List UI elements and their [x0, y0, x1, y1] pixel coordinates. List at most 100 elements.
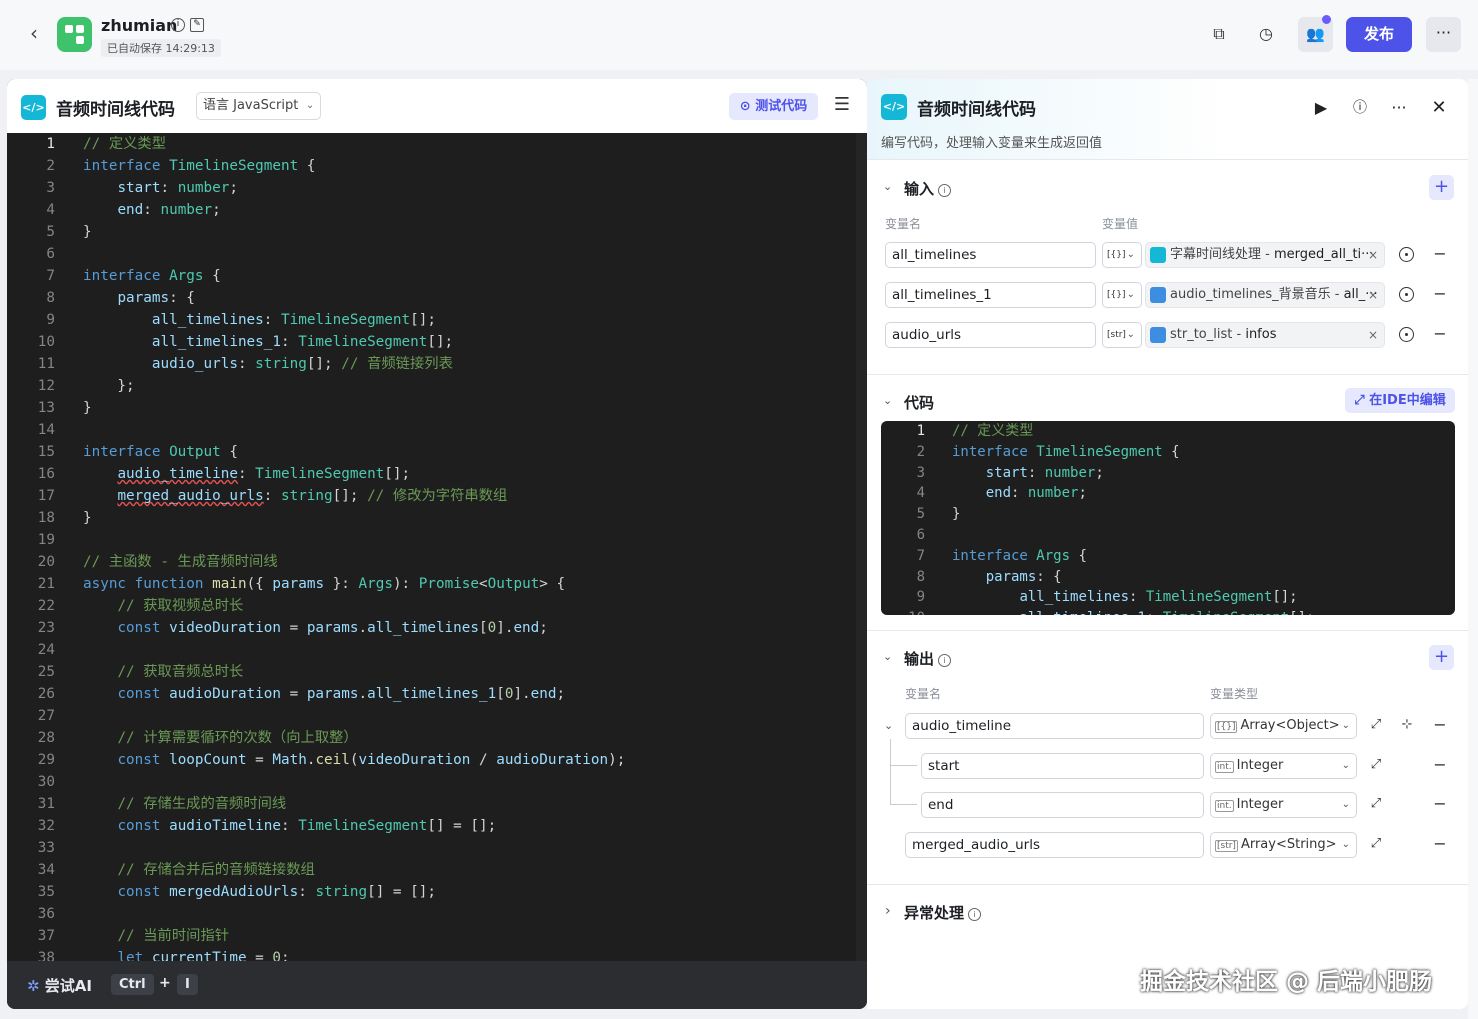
expand-icon[interactable]: ⤢	[1368, 757, 1384, 773]
output-type-select[interactable]: int. Integer ⌄	[1210, 792, 1357, 818]
language-select[interactable]: 语言 JavaScript ⌄	[196, 92, 322, 120]
input-var-name-field[interactable]: all_timelines	[885, 242, 1096, 268]
code-line[interactable]: 1 // 定义类型	[881, 421, 1455, 442]
expand-tree-chevron-icon[interactable]: ⌄	[884, 719, 893, 732]
remove-output-button[interactable]: −	[1433, 796, 1447, 812]
code-line[interactable]: 14	[7, 419, 867, 441]
editor-scrollbar[interactable]	[856, 133, 867, 961]
collapse-chevron-icon[interactable]: ⌄	[883, 650, 892, 663]
code-line[interactable]: 10 all_timelines_1: TimelineSegment[];	[7, 331, 867, 353]
code-line[interactable]: 5}	[881, 504, 1455, 525]
variable-picker-icon[interactable]	[1399, 247, 1414, 262]
input-var-name-field[interactable]: all_timelines_1	[885, 282, 1096, 308]
code-line[interactable]: 8 params: {	[881, 567, 1455, 588]
clear-icon[interactable]: ×	[1368, 243, 1378, 267]
code-line[interactable]: 18}	[7, 507, 867, 529]
collaborators-button[interactable]: 👥	[1298, 15, 1333, 52]
edit-icon[interactable]: ✎	[190, 18, 204, 32]
input-type-select[interactable]: [{}] ⌄	[1102, 242, 1142, 268]
clear-icon[interactable]: ×	[1368, 283, 1378, 307]
add-child-icon[interactable]: ⊹	[1399, 717, 1415, 733]
code-line[interactable]: 30	[7, 771, 867, 793]
input-type-select[interactable]: [str] ⌄	[1102, 322, 1142, 348]
output-type-select[interactable]: [str] Array<String> ⌄	[1210, 831, 1357, 858]
outline-menu-icon[interactable]: ☰	[829, 93, 855, 119]
code-line[interactable]: 35 const mergedAudioUrls: string[] = [];	[7, 881, 867, 903]
code-line[interactable]: 11 audio_urls: string[]; // 音频链接列表	[7, 353, 867, 375]
code-line[interactable]: 4 end: number;	[7, 199, 867, 221]
more-icon[interactable]: ···	[1386, 95, 1412, 121]
copy-icon[interactable]: ⧉	[1205, 20, 1233, 48]
code-line[interactable]: 24	[7, 639, 867, 661]
code-line[interactable]: 16 audio_timeline: TimelineSegment[];	[7, 463, 867, 485]
output-var-name-field[interactable]: audio_timeline	[905, 713, 1204, 739]
code-line[interactable]: 12 };	[7, 375, 867, 397]
code-line[interactable]: 13}	[7, 397, 867, 419]
add-input-button[interactable]: +	[1429, 175, 1454, 200]
code-line[interactable]: 15 interface Output {	[7, 441, 867, 463]
code-line[interactable]: 9 all_timelines: TimelineSegment[];	[7, 309, 867, 331]
code-line[interactable]: 27	[7, 705, 867, 727]
code-line[interactable]: 17 merged_audio_urls: string[]; // 修改为字符…	[7, 485, 867, 507]
code-line[interactable]: 31 // 存储生成的音频时间线	[7, 793, 867, 815]
remove-input-button[interactable]: −	[1433, 286, 1447, 302]
variable-picker-icon[interactable]	[1399, 327, 1414, 342]
close-icon[interactable]: ✕	[1426, 95, 1452, 121]
output-var-name-field[interactable]: merged_audio_urls	[905, 831, 1204, 858]
edit-in-ide-button[interactable]: ⤢ 在IDE中编辑	[1345, 388, 1455, 413]
info-icon[interactable]: i	[171, 18, 185, 32]
variable-picker-icon[interactable]	[1399, 287, 1414, 302]
code-line[interactable]: 23 const videoDuration = params.all_time…	[7, 617, 867, 639]
publish-button[interactable]: 发布	[1346, 17, 1412, 52]
remove-input-button[interactable]: −	[1433, 246, 1447, 262]
input-type-select[interactable]: [{}] ⌄	[1102, 282, 1142, 308]
code-line[interactable]: 2 interface TimelineSegment {	[7, 155, 867, 177]
remove-output-button[interactable]: −	[1433, 717, 1447, 733]
remove-input-button[interactable]: −	[1433, 326, 1447, 342]
input-var-value-ref[interactable]: audio_timelines_背景音乐 - all_··· ×	[1145, 282, 1385, 308]
code-line[interactable]: 4 end: number;	[881, 483, 1455, 504]
output-var-name-field[interactable]: start	[921, 752, 1204, 779]
code-line[interactable]: 3 start: number;	[881, 463, 1455, 484]
code-line[interactable]: 1 // 定义类型	[7, 133, 867, 155]
code-line[interactable]: 10 all_timelines_1: TimelineSegment[];	[881, 608, 1455, 615]
code-line[interactable]: 20 // 主函数 - 生成音频时间线	[7, 551, 867, 573]
code-line[interactable]: 3 start: number;	[7, 177, 867, 199]
test-code-button[interactable]: ⊙ 测试代码	[729, 93, 818, 120]
code-line[interactable]: 32 const audioTimeline: TimelineSegment[…	[7, 815, 867, 837]
code-line[interactable]: 7 interface Args {	[7, 265, 867, 287]
back-arrow-icon[interactable]: ‹	[22, 22, 46, 46]
output-type-select[interactable]: int. Integer ⌄	[1210, 752, 1357, 779]
code-line[interactable]: 37 // 当前时间指针	[7, 925, 867, 947]
code-line[interactable]: 34 // 存储合并后的音频链接数组	[7, 859, 867, 881]
input-var-value-ref[interactable]: 字幕时间线处理 - merged_all_ti··· ×	[1145, 242, 1385, 268]
code-line[interactable]: 6	[7, 243, 867, 265]
code-line[interactable]: 26 const audioDuration = params.all_time…	[7, 683, 867, 705]
code-line[interactable]: 29 const loopCount = Math.ceil(videoDura…	[7, 749, 867, 771]
more-button[interactable]: ···	[1426, 17, 1461, 52]
code-line[interactable]: 28 // 计算需要循环的次数（向上取整）	[7, 727, 867, 749]
output-var-name-field[interactable]: end	[921, 792, 1204, 818]
expand-icon[interactable]: ⤢	[1368, 836, 1384, 852]
remove-output-button[interactable]: −	[1433, 756, 1447, 773]
expand-icon[interactable]: ⤢	[1368, 796, 1384, 812]
try-ai-button[interactable]: ✲ 尝试AI	[27, 975, 92, 996]
code-line[interactable]: 19	[7, 529, 867, 551]
code-line[interactable]: 7 interface Args {	[881, 546, 1455, 567]
code-line[interactable]: 38 let currentTime = 0;	[7, 947, 867, 961]
run-icon[interactable]: ▶	[1308, 95, 1334, 121]
code-line[interactable]: 6	[881, 525, 1455, 546]
collapse-chevron-icon[interactable]: ⌄	[883, 180, 892, 193]
history-icon[interactable]: ◷	[1252, 20, 1280, 48]
code-line[interactable]: 25 // 获取音频总时长	[7, 661, 867, 683]
code-line[interactable]: 2 interface TimelineSegment {	[881, 442, 1455, 463]
code-preview[interactable]: 1 // 定义类型 2 interface TimelineSegment {3 st…	[881, 421, 1455, 615]
expand-chevron-icon[interactable]: ›	[885, 903, 891, 919]
code-line[interactable]: 22 // 获取视频总时长	[7, 595, 867, 617]
code-line[interactable]: 8 params: {	[7, 287, 867, 309]
code-line[interactable]: 33	[7, 837, 867, 859]
input-var-value-ref[interactable]: str_to_list - infos ×	[1145, 322, 1385, 348]
input-var-name-field[interactable]: audio_urls	[885, 322, 1096, 348]
output-type-select[interactable]: [{}] Array<Object> ⌄	[1210, 713, 1357, 739]
code-line[interactable]: 21 async function main({ params }: Args):…	[7, 573, 867, 595]
